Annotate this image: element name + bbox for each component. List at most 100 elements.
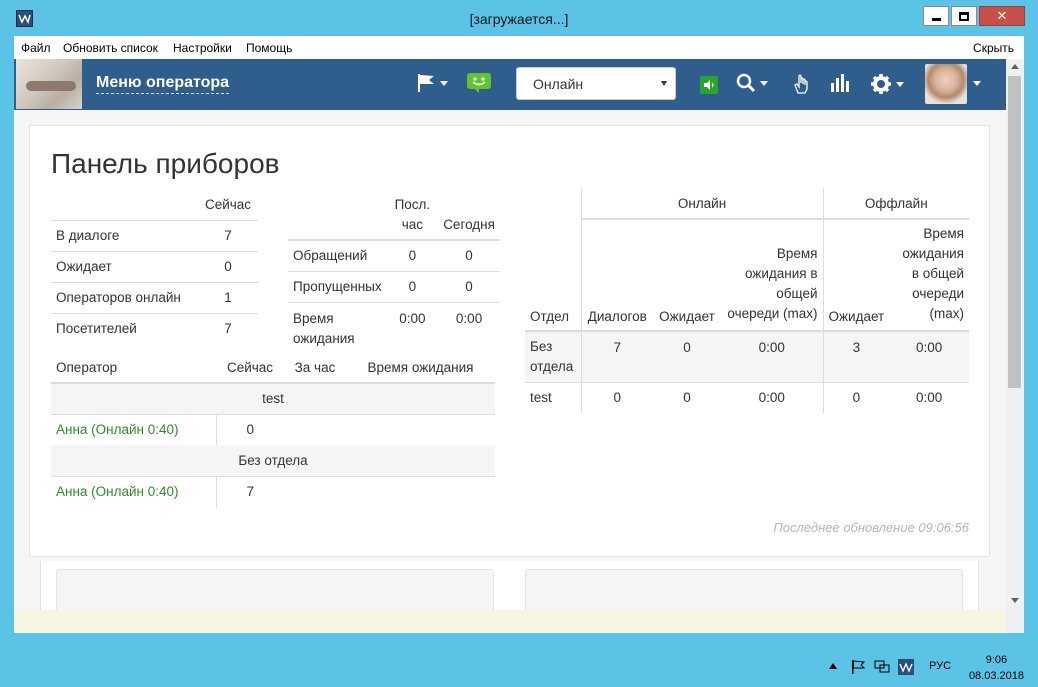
tray-flag-icon[interactable] — [850, 659, 866, 675]
search-dropdown[interactable] — [736, 73, 768, 93]
dept-header-dept: Отдел — [525, 219, 582, 332]
op-group-test: test — [51, 383, 495, 414]
language-indicator[interactable]: РУС — [929, 660, 951, 672]
now-label-dialog: В диалоге — [51, 219, 198, 251]
dept-group-online: Онлайн — [581, 188, 824, 220]
scroll-down-icon[interactable] — [1011, 598, 1019, 603]
flag-icon — [418, 74, 434, 92]
op-group-no-dept: Без отдела — [51, 445, 495, 476]
dept-header-off-waiting: Ожидает — [823, 219, 890, 332]
window-title: [загружается...] — [469, 11, 569, 27]
today-header: Сегодня — [438, 190, 500, 241]
operator-menu-title[interactable]: Меню оператора — [96, 74, 230, 94]
dept-row-off-waiting: 3 — [823, 331, 890, 382]
menu-settings[interactable]: Настройки — [173, 41, 232, 55]
scroll-up-icon[interactable] — [1011, 64, 1019, 69]
menu-help[interactable]: Помощь — [246, 41, 292, 55]
op-header-now: Сейчас — [216, 352, 284, 384]
scroll-thumb[interactable] — [1008, 76, 1021, 388]
dashboard-panel: Панель приборов Сейчас В диалоге 7 Ожидае… — [29, 125, 990, 557]
op-row-now: 0 — [216, 413, 284, 445]
now-value-dialog: 7 — [198, 219, 258, 251]
now-value-visitors: 7 — [198, 312, 258, 344]
close-icon: ✕ — [996, 8, 1008, 23]
op-row-operator[interactable]: Анна (Онлайн 0:40) — [51, 413, 217, 445]
now-label-operators: Операторов онлайн — [51, 281, 198, 313]
tray-app-icon[interactable] — [898, 659, 914, 675]
dept-row-off-wait-time: 0:00 — [889, 381, 969, 413]
status-select-value: Онлайн — [533, 76, 584, 92]
settings-dropdown[interactable] — [870, 73, 904, 95]
hour-label-requests: Обращений — [293, 248, 368, 264]
stats-icon — [831, 74, 849, 92]
minimize-button[interactable] — [923, 6, 949, 26]
dept-group-offline: Оффлайн — [823, 188, 969, 220]
avatar[interactable] — [925, 64, 967, 104]
clock-time: 9:06 — [985, 654, 1008, 666]
maximize-icon — [959, 11, 969, 21]
chevron-down-icon — [760, 80, 768, 86]
now-label-waiting: Ожидает — [51, 250, 198, 282]
hour-header-line1: Посл. — [394, 196, 431, 212]
op-header-wait: Время ожидания — [346, 352, 495, 384]
chat-icon — [467, 73, 491, 93]
title-bar: [загружается...] ✕ — [0, 0, 1038, 36]
today-value-requests: 0 — [465, 248, 473, 264]
stats-button[interactable] — [830, 73, 852, 93]
tray-network-icon[interactable] — [874, 659, 890, 675]
hour-label-wait: Время ожидания — [288, 301, 387, 349]
clock-date: 08.03.2018 — [968, 670, 1024, 682]
hour-header: Посл. час — [386, 190, 439, 241]
dept-row-dialogs: 7 — [581, 331, 653, 382]
today-value-missed: 0 — [438, 270, 500, 302]
status-select[interactable]: Онлайн — [516, 67, 676, 100]
hour-label-missed: Пропущенных — [288, 270, 387, 302]
now-value-waiting: 0 — [198, 250, 258, 282]
chevron-down-icon — [973, 81, 981, 86]
maximize-button[interactable] — [951, 6, 977, 26]
dept-row-off-wait-time: 0:00 — [889, 331, 969, 382]
hour-value-requests: 0 — [408, 248, 417, 264]
page-title: Панель приборов — [51, 148, 280, 179]
chevron-down-icon — [661, 81, 667, 86]
menu-refresh-list[interactable]: Обновить список — [63, 41, 158, 55]
search-icon — [736, 73, 756, 93]
chat-button[interactable] — [466, 72, 492, 94]
hour-table: Посл. час Сегодня Обращений 0 0 Пропущенных… — [288, 190, 500, 349]
dept-row-off-waiting: 0 — [823, 381, 890, 413]
dept-header-waiting: Ожидает — [653, 219, 721, 332]
op-header-operator: Оператор — [51, 352, 216, 384]
dept-header-dialogs: Диалогов — [581, 219, 653, 332]
op-row-operator[interactable]: Анна (Онлайн 0:40) — [51, 475, 217, 507]
dept-header-off-wait-time: Время ожидания в общей очереди (max) — [889, 219, 969, 332]
dept-row-waiting: 0 — [653, 381, 721, 413]
hour-header-line2: час — [401, 216, 424, 232]
close-button[interactable]: ✕ — [979, 6, 1025, 26]
taskbar: РУС 9:06 08.03.2018 — [0, 647, 1038, 687]
hand-button[interactable] — [792, 73, 810, 95]
app-window: [загружается...] ✕ Файл Обновить список … — [0, 0, 1038, 640]
hour-value-missed: 0 — [386, 270, 439, 302]
op-header-hour: За час — [284, 352, 346, 384]
tray-expand-icon[interactable] — [829, 663, 837, 669]
vertical-scrollbar[interactable] — [1006, 59, 1024, 633]
sound-toggle[interactable] — [700, 76, 718, 94]
menu-bar: Файл Обновить список Настройки Помощь Ск… — [14, 36, 1024, 59]
flag-dropdown[interactable] — [416, 73, 448, 93]
menu-file[interactable]: Файл — [21, 41, 51, 55]
brand-photo — [16, 59, 82, 109]
menu-hide[interactable]: Скрыть — [973, 41, 1014, 55]
dept-header-wait-time: Время ожидания в общей очереди (max) — [721, 219, 824, 332]
avatar-dropdown[interactable] — [969, 81, 981, 86]
dept-row-waiting: 0 — [653, 331, 721, 382]
dept-row-wait-time: 0:00 — [721, 331, 824, 382]
taskbar-clock[interactable]: 9:06 08.03.2018 — [969, 652, 1024, 684]
now-table: Сейчас В диалоге 7 Ожидает 0 Операторов он… — [51, 190, 258, 344]
now-value-operators: 1 — [198, 281, 258, 313]
dept-row-wait-time: 0:00 — [721, 381, 824, 413]
sound-icon — [704, 80, 714, 90]
client-area: Меню оператора Онлайн Панель приборов Се… — [14, 59, 1024, 633]
dept-row-dialogs: 0 — [581, 381, 653, 413]
minimize-icon — [931, 17, 941, 21]
op-row-now: 7 — [216, 475, 284, 507]
